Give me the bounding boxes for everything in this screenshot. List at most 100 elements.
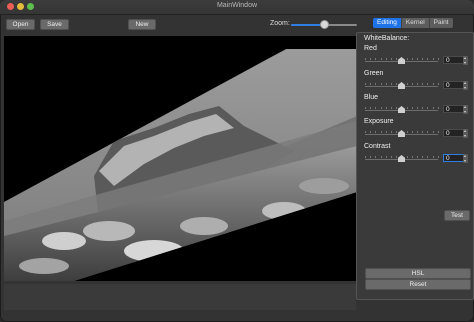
slider-tick <box>391 156 392 158</box>
zoom-slider-handle[interactable] <box>320 20 329 29</box>
tab-paint[interactable]: Paint <box>429 18 453 28</box>
slider-tick <box>406 131 408 133</box>
slider-tick <box>375 107 377 109</box>
slider-tick <box>427 156 429 158</box>
slider-tick <box>437 83 439 85</box>
slider-tick <box>437 131 439 133</box>
slider-tick <box>437 107 439 109</box>
save-button[interactable]: Save <box>40 19 69 30</box>
slider-tick <box>365 58 366 60</box>
exposure-stepper-arrows-icon[interactable] <box>463 128 468 138</box>
slider-tick <box>422 83 424 85</box>
slider-tick <box>380 107 382 109</box>
slider-tick <box>411 83 413 85</box>
new-button[interactable]: New <box>128 19 156 30</box>
blue-stepper-arrows-icon[interactable] <box>463 104 468 114</box>
slider-tick <box>365 131 366 133</box>
contrast-stepper-arrows-icon[interactable] <box>463 153 468 163</box>
slider-tick <box>427 58 429 60</box>
slider-tick <box>365 156 366 158</box>
slider-tick <box>370 107 372 109</box>
exposure-label: Exposure <box>364 118 394 125</box>
slider-tick <box>385 156 387 158</box>
exposure-value-input[interactable]: 0 <box>443 129 465 137</box>
open-button[interactable]: Open <box>6 19 35 30</box>
slider-tick <box>406 156 408 158</box>
slider-tick <box>417 83 418 85</box>
status-bar <box>4 284 356 310</box>
slider-tick <box>432 156 434 158</box>
slider-tick <box>411 131 413 133</box>
contrast-label: Contrast <box>364 143 391 150</box>
slider-tick <box>406 58 408 60</box>
slider-tick <box>422 131 424 133</box>
green-label: Green <box>364 70 384 77</box>
slider-tick <box>370 131 372 133</box>
white-balance-title: WhiteBalance: <box>364 35 410 42</box>
slider-tick <box>411 58 413 60</box>
slider-tick <box>411 156 413 158</box>
image-canvas[interactable] <box>4 36 357 281</box>
hsl-button[interactable]: HSL <box>365 268 471 279</box>
slider-tick <box>396 58 398 60</box>
slider-tick <box>370 156 372 158</box>
slider-tick <box>432 107 434 109</box>
slider-tick <box>375 83 377 85</box>
slider-tick <box>391 58 392 60</box>
slider-tick <box>391 83 392 85</box>
slider-tick <box>437 156 439 158</box>
zoom-label: Zoom: <box>270 20 290 27</box>
slider-tick <box>396 131 398 133</box>
red-stepper-arrows-icon[interactable] <box>463 55 468 65</box>
slider-tick <box>380 131 382 133</box>
slider-tick <box>411 107 413 109</box>
green-value-input[interactable]: 0 <box>443 81 465 89</box>
slider-tick <box>417 107 418 109</box>
slider-tick <box>391 107 392 109</box>
photo-image <box>4 49 357 281</box>
slider-tick <box>396 107 398 109</box>
slider-tick <box>385 58 387 60</box>
slider-tick <box>370 83 372 85</box>
slider-tick <box>427 131 429 133</box>
slider-tick <box>391 131 392 133</box>
tab-kernel[interactable]: Kernel <box>401 18 430 28</box>
slider-tick <box>385 131 387 133</box>
slider-tick <box>396 83 398 85</box>
reset-button[interactable]: Reset <box>365 279 471 290</box>
slider-tick <box>380 156 382 158</box>
slider-tick <box>375 131 377 133</box>
slider-tick <box>417 131 418 133</box>
slider-tick <box>385 83 387 85</box>
blue-label: Blue <box>364 94 379 101</box>
slider-tick <box>422 107 424 109</box>
slider-tick <box>375 156 377 158</box>
blue-value-input[interactable]: 0 <box>443 105 465 113</box>
title-bar: MainWindow <box>0 0 474 15</box>
contrast-value-input[interactable]: 0 <box>443 154 465 162</box>
slider-tick <box>365 83 366 85</box>
slider-tick <box>432 131 434 133</box>
slider-tick <box>432 83 434 85</box>
slider-tick <box>375 58 377 60</box>
main-window: MainWindow Open Save New Zoom: Editing K… <box>0 0 474 322</box>
slider-tick <box>396 156 398 158</box>
slider-tick <box>437 58 439 60</box>
slider-tick <box>422 58 424 60</box>
slider-tick <box>380 58 382 60</box>
slider-tick <box>406 83 408 85</box>
window-title: MainWindow <box>216 2 258 9</box>
slider-tick <box>417 58 418 60</box>
tab-editing[interactable]: Editing <box>373 18 402 28</box>
slider-tick <box>427 107 429 109</box>
green-stepper-arrows-icon[interactable] <box>463 80 468 90</box>
tab-bar: Editing Kernel Paint <box>373 18 453 28</box>
slider-tick <box>365 107 366 109</box>
red-value-input[interactable]: 0 <box>443 56 465 64</box>
slider-tick <box>380 83 382 85</box>
slider-tick <box>417 156 418 158</box>
slider-tick <box>406 107 408 109</box>
test-button[interactable]: Test <box>444 210 470 221</box>
slider-tick <box>432 58 434 60</box>
slider-tick <box>427 83 429 85</box>
